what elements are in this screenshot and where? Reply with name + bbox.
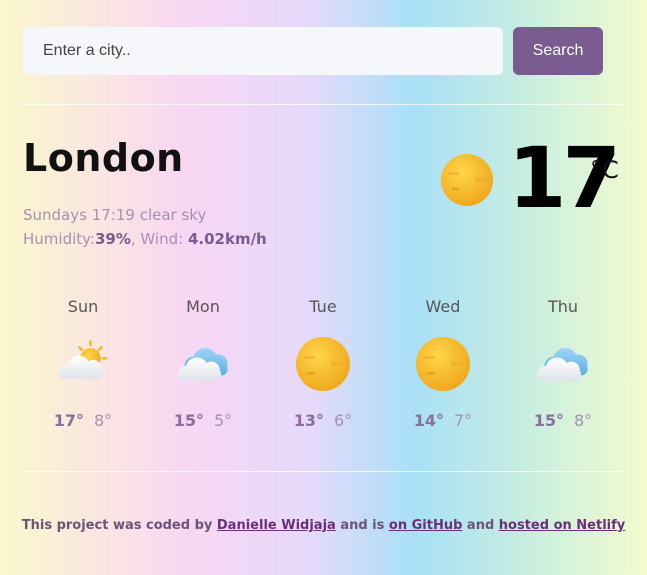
search-bar: Search: [23, 27, 603, 75]
bottom-divider: [23, 471, 623, 472]
forecast-min-temp: 8°: [574, 411, 593, 430]
sun-icon: [296, 337, 350, 391]
sun-icon: [440, 153, 494, 207]
forecast-temps: 14° 7°: [383, 408, 503, 434]
datetime-description: Sundays 17:19 clear sky: [23, 206, 207, 224]
footer: This project was coded by Danielle Widja…: [0, 518, 647, 533]
forecast-max-temp: 15°: [533, 411, 565, 430]
wind-value: 4.02km/h: [187, 230, 267, 248]
forecast-day: Mon 15° 5°: [143, 296, 263, 434]
forecast-temps: 13° 6°: [263, 408, 383, 434]
cloud-icon: [537, 348, 588, 381]
forecast-max-temp: 15°: [173, 411, 205, 430]
forecast-min-temp: 7°: [454, 411, 473, 430]
sun-icon: [416, 337, 470, 391]
forecast-day-name: Tue: [309, 297, 337, 316]
forecast-max-temp: 14°: [413, 411, 445, 430]
city-name: London: [23, 136, 184, 180]
city-search-input[interactable]: [23, 27, 503, 75]
temperature-unit-celsius[interactable]: °C: [590, 156, 619, 184]
forecast: Sun 17° 8° Mon 15° 5° Tue 13° 6° Wed 14°…: [23, 296, 623, 434]
footer-text: and: [462, 518, 499, 533]
cloud-icon: [177, 348, 228, 381]
forecast-day-name: Wed: [425, 297, 461, 316]
forecast-day: Thu 15° 8°: [503, 296, 623, 434]
humidity-wind-line: Humidity:39%, Wind: 4.02km/h: [23, 227, 267, 251]
netlify-link[interactable]: hosted on Netlify: [499, 518, 625, 533]
footer-text: and is: [335, 518, 389, 533]
forecast-max-temp: 17°: [53, 411, 85, 430]
weather-details: Sundays 17:19 clear sky Humidity:39%, Wi…: [23, 203, 267, 251]
humidity-label: Humidity:: [23, 230, 95, 248]
github-link[interactable]: on GitHub: [389, 518, 463, 533]
forecast-temps: 15° 8°: [503, 408, 623, 434]
forecast-temps: 15° 5°: [143, 408, 263, 434]
author-link[interactable]: Danielle Widjaja: [217, 518, 336, 533]
humidity-value: 39%: [94, 230, 131, 248]
forecast-day: Sun 17° 8°: [23, 296, 143, 434]
forecast-temps: 17° 8°: [23, 408, 143, 434]
forecast-min-temp: 5°: [214, 411, 233, 430]
search-button[interactable]: Search: [513, 27, 603, 75]
forecast-min-temp: 6°: [334, 411, 353, 430]
forecast-min-temp: 8°: [94, 411, 113, 430]
wind-label: , Wind:: [130, 230, 188, 248]
partly-cloudy-icon: [59, 340, 108, 379]
forecast-day: Tue 13° 6°: [263, 296, 383, 434]
forecast-day-name: Thu: [547, 297, 579, 316]
forecast-max-temp: 13°: [293, 411, 325, 430]
forecast-day: Wed 14° 7°: [383, 296, 503, 434]
footer-text: This project was coded by: [21, 518, 217, 533]
top-divider: [23, 104, 623, 105]
forecast-day-name: Mon: [186, 297, 220, 316]
forecast-day-name: Sun: [67, 297, 99, 316]
